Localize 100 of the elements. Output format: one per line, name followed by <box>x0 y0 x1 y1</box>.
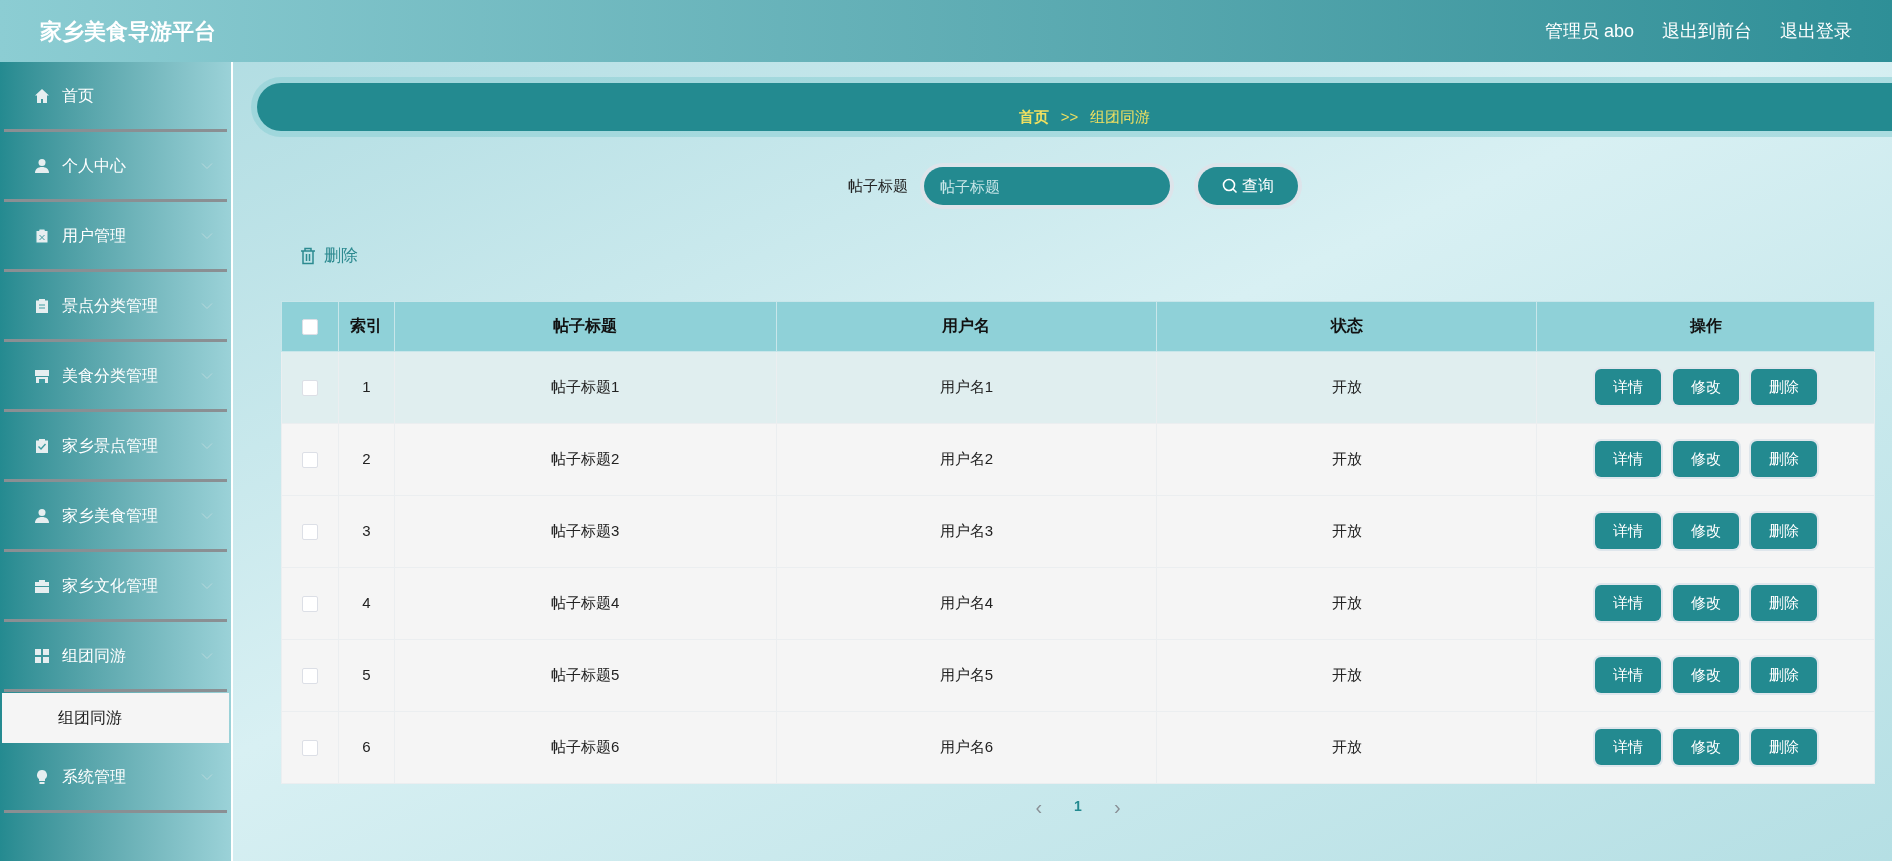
table-row[interactable]: 5 帖子标题5 用户名5 开放 详情 修改 删除 <box>281 639 1875 711</box>
table-cell: 帖子标题4 <box>551 593 620 611</box>
action-button[interactable]: 修改 <box>1672 585 1739 621</box>
table-cell: 开放 <box>1331 665 1362 683</box>
checkbox[interactable] <box>302 451 318 468</box>
search-field[interactable]: 帖子标题 <box>923 167 1170 205</box>
table-row[interactable]: 2 帖子标题2 用户名2 开放 详情 修改 删除 <box>281 423 1875 495</box>
header-link[interactable]: 管理员 abo <box>1544 17 1634 45</box>
checkbox[interactable] <box>302 595 318 612</box>
chevron-icon <box>201 772 213 781</box>
action-button[interactable]: 删除 <box>1750 585 1817 621</box>
app-title: 家乡美食导游平台 <box>40 17 216 46</box>
search-label: 帖子标题 <box>847 175 908 196</box>
table-row[interactable]: 1 帖子标题1 用户名1 开放 详情 修改 删除 <box>281 351 1875 423</box>
next-page-button[interactable]: › <box>1113 791 1121 822</box>
column-header: 帖子标题 <box>394 301 777 351</box>
delete-button[interactable]: 删除 <box>300 243 358 269</box>
table-cell: 帖子标题1 <box>551 377 620 395</box>
action-button[interactable]: 删除 <box>1750 441 1817 477</box>
action-button[interactable]: 详情 <box>1594 369 1661 405</box>
person-icon <box>34 507 50 524</box>
checkbox[interactable] <box>302 318 318 335</box>
table-cell: 2 <box>362 449 371 467</box>
chevron-icon <box>201 581 213 590</box>
action-button[interactable]: 详情 <box>1594 513 1661 549</box>
action-button[interactable]: 修改 <box>1672 369 1739 405</box>
table-cell: 帖子标题6 <box>551 737 620 755</box>
sidebar-item[interactable]: 系统管理 <box>4 743 227 813</box>
clipboard-icon <box>34 297 50 314</box>
sidebar-item[interactable]: 家乡景点管理 <box>4 412 227 482</box>
table-cell: 用户名3 <box>939 521 994 539</box>
chevron-icon <box>201 651 213 660</box>
chevron-icon <box>201 301 213 310</box>
breadcrumb-link[interactable]: 首页 <box>1018 105 1049 129</box>
table-cell: 开放 <box>1331 449 1362 467</box>
action-button[interactable]: 详情 <box>1594 657 1661 693</box>
table-cell: 帖子标题5 <box>551 665 620 683</box>
chevron-icon <box>201 441 213 450</box>
table-cell: 3 <box>362 521 371 539</box>
home-icon <box>34 87 50 104</box>
lightbulb-icon <box>34 768 50 785</box>
table-cell: 用户名5 <box>939 665 994 683</box>
sidebar-item[interactable]: 个人中心 <box>4 132 227 202</box>
table-cell: 开放 <box>1331 737 1362 755</box>
table-cell: 帖子标题2 <box>551 449 620 467</box>
chevron-icon <box>201 511 213 520</box>
table-row[interactable]: 4 帖子标题4 用户名4 开放 详情 修改 删除 <box>281 567 1875 639</box>
table-cell: 用户名6 <box>939 737 994 755</box>
table-cell: 6 <box>362 737 371 755</box>
table-cell: 开放 <box>1331 521 1362 539</box>
previous-page-button[interactable]: ‹ <box>1035 791 1043 822</box>
table-cell: 4 <box>362 593 371 611</box>
action-button[interactable]: 修改 <box>1672 441 1739 477</box>
table-cell: 用户名4 <box>939 593 994 611</box>
header-link[interactable]: 退出到前台 <box>1662 17 1752 45</box>
checkbox[interactable] <box>302 739 318 756</box>
table-row[interactable]: 3 帖子标题3 用户名3 开放 详情 修改 删除 <box>281 495 1875 567</box>
sidebar-subitem[interactable]: 组团同游 <box>2 693 229 743</box>
checkbox[interactable] <box>302 667 318 684</box>
sidebar-item[interactable]: 家乡美食管理 <box>4 482 227 552</box>
clipboard-check-icon <box>34 437 50 454</box>
table-cell: 用户名1 <box>939 377 994 395</box>
table-cell: 1 <box>362 377 371 395</box>
table-cell: 5 <box>362 665 371 683</box>
checkbox[interactable] <box>302 523 318 540</box>
briefcase-icon <box>34 577 50 594</box>
table-cell: 开放 <box>1331 593 1362 611</box>
action-button[interactable]: 详情 <box>1594 441 1661 477</box>
search-icon <box>1221 178 1238 194</box>
breadcrumb-current: 组团同游 <box>1090 106 1151 127</box>
checkbox[interactable] <box>302 379 318 396</box>
sidebar-item[interactable]: 美食分类管理 <box>4 342 227 412</box>
chevron-icon <box>201 231 213 240</box>
clipboard-icon <box>34 227 50 244</box>
action-button[interactable]: 详情 <box>1594 585 1661 621</box>
store-icon <box>34 367 50 384</box>
action-button[interactable]: 修改 <box>1672 729 1739 765</box>
action-button[interactable]: 详情 <box>1594 729 1661 765</box>
page-number[interactable]: 1 <box>1074 796 1082 817</box>
chevron-icon <box>201 371 213 380</box>
sidebar-item[interactable]: 用户管理 <box>4 202 227 272</box>
breadcrumb-separator: >> <box>1060 106 1079 127</box>
chevron-icon <box>201 161 213 170</box>
action-button[interactable]: 修改 <box>1672 657 1739 693</box>
sidebar-item[interactable]: 景点分类管理 <box>4 272 227 342</box>
header-link[interactable]: 退出登录 <box>1780 17 1852 45</box>
trash-icon <box>300 246 316 265</box>
sidebar-item[interactable]: 家乡文化管理 <box>4 552 227 622</box>
table-cell: 用户名2 <box>939 449 994 467</box>
action-button[interactable]: 删除 <box>1750 369 1817 405</box>
column-header: 状态 <box>1156 301 1537 351</box>
column-header: 用户名 <box>776 301 1157 351</box>
action-button[interactable]: 删除 <box>1750 657 1817 693</box>
action-button[interactable]: 删除 <box>1750 729 1817 765</box>
person-icon <box>34 157 50 174</box>
action-button[interactable]: 修改 <box>1672 513 1739 549</box>
column-header: 索引 <box>338 301 395 351</box>
sidebar-item[interactable]: 首页 <box>4 62 227 132</box>
table-row[interactable]: 6 帖子标题6 用户名6 开放 详情 修改 删除 <box>281 711 1875 783</box>
action-button[interactable]: 删除 <box>1750 513 1817 549</box>
